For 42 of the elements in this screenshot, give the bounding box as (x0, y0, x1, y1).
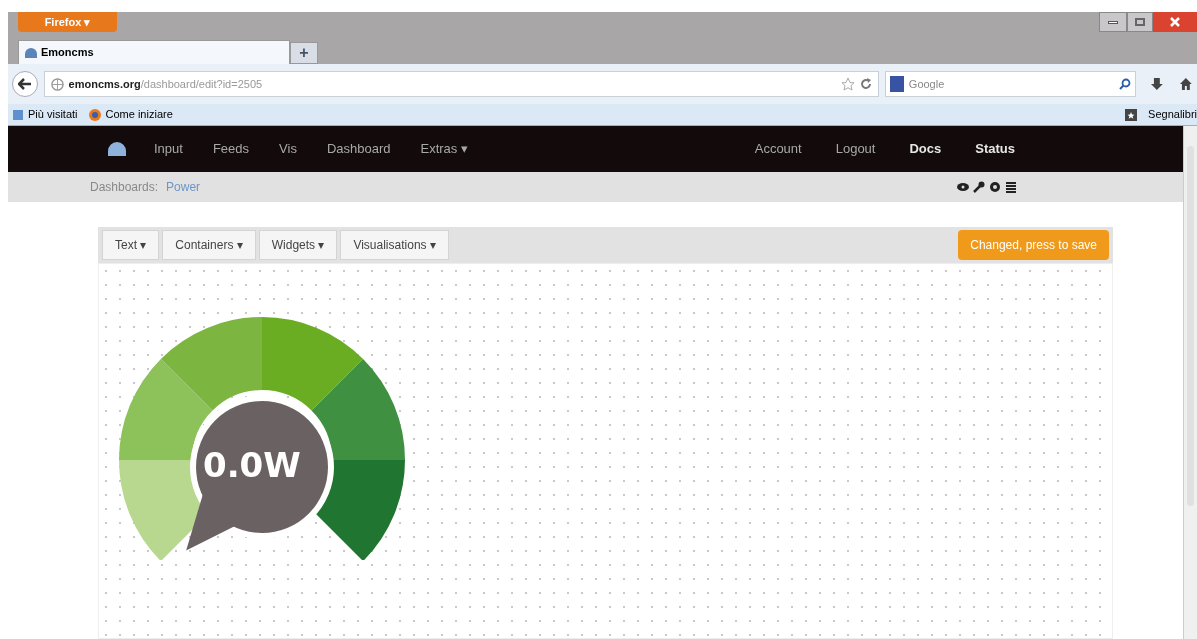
close-icon (1170, 17, 1180, 27)
url-text: emoncms.org/dashboard/edit?id=2505 (68, 76, 263, 92)
toolbar-menu[interactable]: Widgets ▾ (258, 230, 338, 260)
search-field[interactable]: Google (884, 71, 1136, 97)
gauge-reading: 0.0W (203, 444, 301, 487)
bookmark-link[interactable]: Come iniziare (87, 106, 173, 123)
nav-link[interactable]: Input (154, 139, 183, 159)
address-field[interactable]: emoncms.org/dashboard/edit?id=2505 (43, 71, 879, 97)
maximize-button[interactable] (1127, 12, 1153, 32)
bookmarks-menu[interactable]: Segnalibri (1148, 106, 1197, 123)
download-icon[interactable] (1149, 77, 1164, 91)
toolbar-menu[interactable]: Text ▾ (102, 230, 160, 260)
nav-link[interactable]: Account (754, 139, 802, 159)
search-icon[interactable] (1118, 78, 1131, 90)
back-button[interactable] (12, 71, 38, 97)
wrench-icon[interactable] (973, 181, 985, 193)
bookmark-link[interactable]: Più visitati (12, 106, 78, 123)
nav-link[interactable]: Vis (279, 139, 297, 159)
minimize-button[interactable] (1099, 12, 1127, 32)
list-icon[interactable] (1005, 181, 1017, 193)
nav-link[interactable]: Extras ▾ (420, 139, 468, 159)
search-placeholder: Google (908, 76, 945, 92)
home-icon[interactable] (1179, 77, 1193, 91)
nav-link[interactable]: Status (975, 139, 1015, 159)
close-button[interactable] (1153, 12, 1197, 32)
dashboards-label: Dashboards: (90, 179, 159, 196)
reload-icon[interactable] (859, 78, 872, 90)
search-engine-icon[interactable] (889, 76, 904, 92)
nav-link[interactable]: Feeds (212, 139, 250, 159)
bookmarks-icon[interactable] (1124, 107, 1139, 122)
toolbar-menu[interactable]: Containers ▾ (162, 230, 256, 260)
browser-tab[interactable]: Emoncms (18, 40, 290, 64)
gear-icon[interactable] (989, 181, 1001, 193)
toolbar-menu[interactable]: Visualisations ▾ (340, 230, 449, 260)
nav-link[interactable]: Docs (909, 139, 942, 159)
back-arrow-icon (17, 78, 32, 90)
new-tab-button[interactable]: + (290, 42, 318, 64)
nav-link[interactable]: Dashboard (326, 139, 391, 159)
scrollbar[interactable] (1183, 126, 1197, 639)
star-icon[interactable] (840, 77, 855, 91)
nav-link[interactable]: Logout (835, 139, 876, 159)
eye-icon[interactable] (957, 182, 969, 192)
